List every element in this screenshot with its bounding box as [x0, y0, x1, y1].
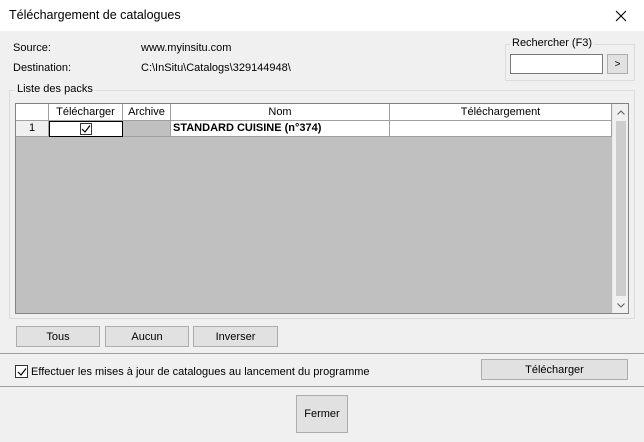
close-icon: [615, 10, 627, 21]
close-dialog-button[interactable]: Fermer: [296, 395, 348, 433]
download-button[interactable]: Télécharger: [481, 359, 628, 380]
source-value: www.myinsitu.com: [141, 42, 232, 54]
scroll-thumb[interactable]: [616, 121, 626, 296]
name-cell[interactable]: STANDARD CUISINE (n°374): [171, 121, 390, 137]
row-header-corner: [16, 104, 49, 121]
auto-update-checkbox[interactable]: [15, 365, 28, 378]
vertical-scrollbar[interactable]: [612, 104, 628, 313]
column-header-archive[interactable]: Archive: [123, 104, 171, 121]
invert-selection-button[interactable]: Inverser: [193, 326, 278, 347]
destination-label: Destination:: [13, 62, 72, 74]
separator: [0, 353, 644, 354]
search-input[interactable]: [510, 54, 603, 74]
download-cell[interactable]: [49, 121, 123, 137]
select-all-button[interactable]: Tous: [16, 326, 100, 347]
title-bar: Téléchargement de catalogues: [0, 0, 644, 31]
archive-cell[interactable]: [123, 121, 171, 137]
column-header-name[interactable]: Nom: [171, 104, 390, 121]
select-none-button[interactable]: Aucun: [105, 326, 189, 347]
destination-value: C:\InSitu\Catalogs\329144948\: [141, 62, 291, 74]
chevron-up-icon: [617, 109, 625, 115]
progress-cell: [390, 121, 612, 137]
search-legend: Rechercher (F3): [510, 37, 595, 49]
checkmark-icon: [81, 125, 91, 133]
packs-legend: Liste des packs: [15, 83, 95, 95]
separator: [0, 386, 644, 387]
source-label: Source:: [13, 42, 51, 54]
download-checkbox[interactable]: [80, 123, 92, 135]
column-header-download[interactable]: Télécharger: [49, 104, 123, 121]
auto-update-label[interactable]: Effectuer les mises à jour de catalogues…: [31, 366, 370, 378]
window-title: Téléchargement de catalogues: [9, 8, 181, 22]
checkmark-icon: [17, 367, 26, 376]
packs-grid[interactable]: Télécharger Archive Nom Téléchargement 1…: [15, 103, 629, 314]
scroll-up-button[interactable]: [613, 104, 628, 120]
search-go-button[interactable]: >: [607, 54, 628, 74]
column-header-progress[interactable]: Téléchargement: [390, 104, 612, 121]
chevron-down-icon: [617, 302, 625, 308]
close-button[interactable]: [598, 0, 644, 31]
row-index: 1: [16, 121, 49, 137]
scroll-down-button[interactable]: [613, 297, 628, 313]
